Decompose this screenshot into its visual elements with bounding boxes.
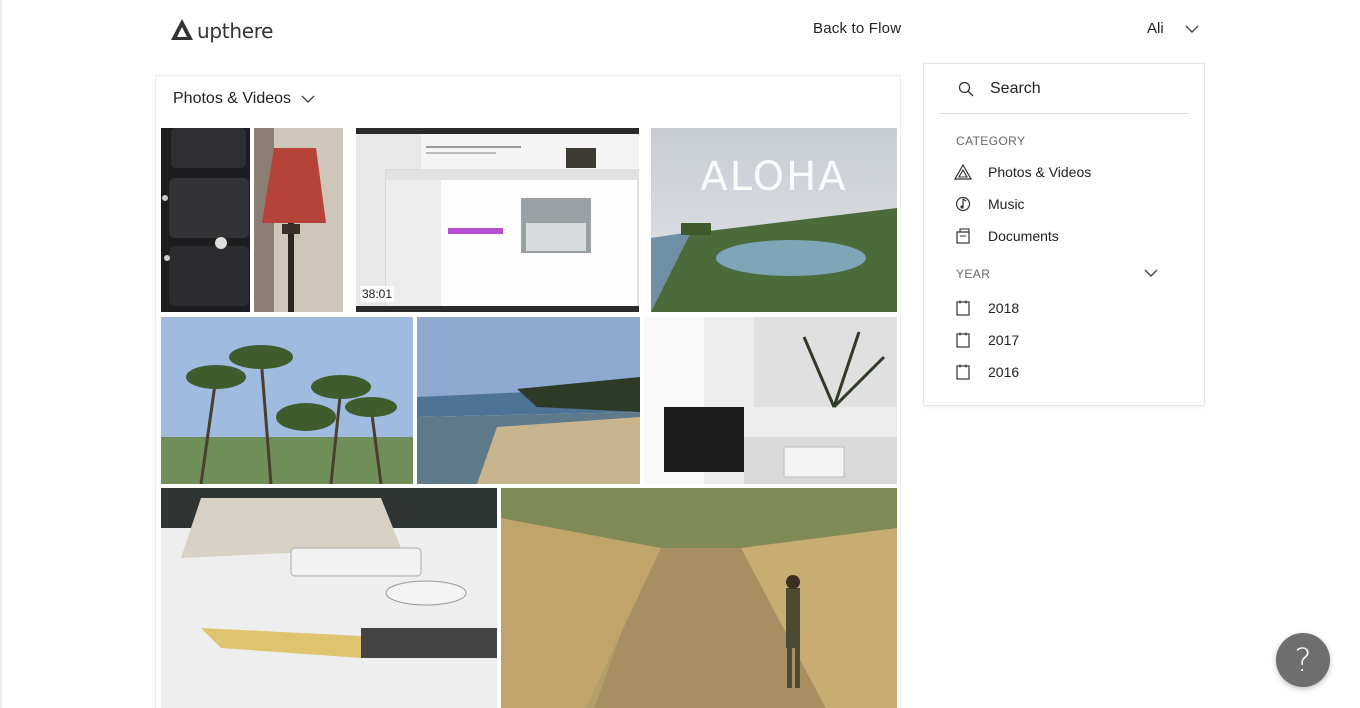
calendar-icon — [954, 299, 972, 317]
photo-desk-keyboard[interactable] — [161, 488, 497, 708]
search-input[interactable] — [990, 79, 1170, 98]
calendar-icon — [954, 363, 972, 381]
photos-icon — [954, 163, 972, 181]
upthere-logo[interactable]: upthere — [170, 16, 273, 42]
photo-path-walker[interactable] — [501, 488, 897, 708]
photo-aloha-poster[interactable]: ALOHA — [651, 128, 897, 312]
documents-icon — [954, 227, 972, 245]
photo-palm-trees[interactable] — [161, 317, 413, 484]
search-bar[interactable] — [940, 64, 1188, 114]
user-name[interactable]: Ali — [1147, 20, 1164, 37]
chevron-down-icon[interactable] — [1184, 24, 1200, 34]
video-screen-recording[interactable]: 38:01 — [356, 128, 639, 312]
gallery-panel: Photos & Videos 38:01 ALOHA — [155, 75, 901, 708]
calendar-icon — [954, 331, 972, 349]
category-label-documents: Documents — [988, 228, 1059, 244]
year-2017[interactable]: 2017 — [954, 330, 1019, 350]
gallery-header[interactable]: Photos & Videos — [173, 90, 315, 108]
search-icon — [958, 81, 974, 96]
photo-keyboard[interactable] — [161, 128, 250, 312]
year-2018[interactable]: 2018 — [954, 298, 1019, 318]
photo-lamp[interactable] — [254, 128, 343, 312]
help-button[interactable]: ? — [1276, 633, 1330, 687]
window-edge — [0, 0, 2, 708]
logo-text: upthere — [197, 19, 274, 43]
year-label-2016: 2016 — [988, 364, 1020, 380]
category-documents[interactable]: Documents — [954, 226, 1059, 246]
category-photos-videos[interactable]: Photos & Videos — [954, 162, 1091, 182]
svg-text:ALOHA: ALOHA — [700, 154, 847, 200]
filter-panel: CATEGORY Photos & Videos Music — [923, 63, 1205, 406]
year-label-2018: 2018 — [988, 300, 1020, 316]
upthere-logo-icon — [171, 19, 193, 40]
video-duration: 38:01 — [360, 286, 395, 302]
category-label-photos: Photos & Videos — [988, 164, 1092, 180]
photo-beach[interactable] — [417, 317, 640, 484]
music-icon — [954, 195, 972, 213]
category-music[interactable]: Music — [954, 194, 1025, 214]
photo-office-chairs[interactable] — [644, 317, 897, 484]
year-label-2017: 2017 — [988, 332, 1020, 348]
chevron-down-icon[interactable] — [1144, 269, 1158, 278]
chevron-down-icon[interactable] — [301, 95, 315, 104]
back-to-flow-link[interactable]: Back to Flow — [813, 20, 901, 37]
gallery-title: Photos & Videos — [173, 90, 292, 107]
year-label: YEAR — [956, 267, 991, 281]
year-2016[interactable]: 2016 — [954, 362, 1019, 382]
category-label-music: Music — [988, 196, 1025, 212]
help-icon: ? — [1294, 641, 1312, 679]
category-label: CATEGORY — [956, 134, 1026, 148]
